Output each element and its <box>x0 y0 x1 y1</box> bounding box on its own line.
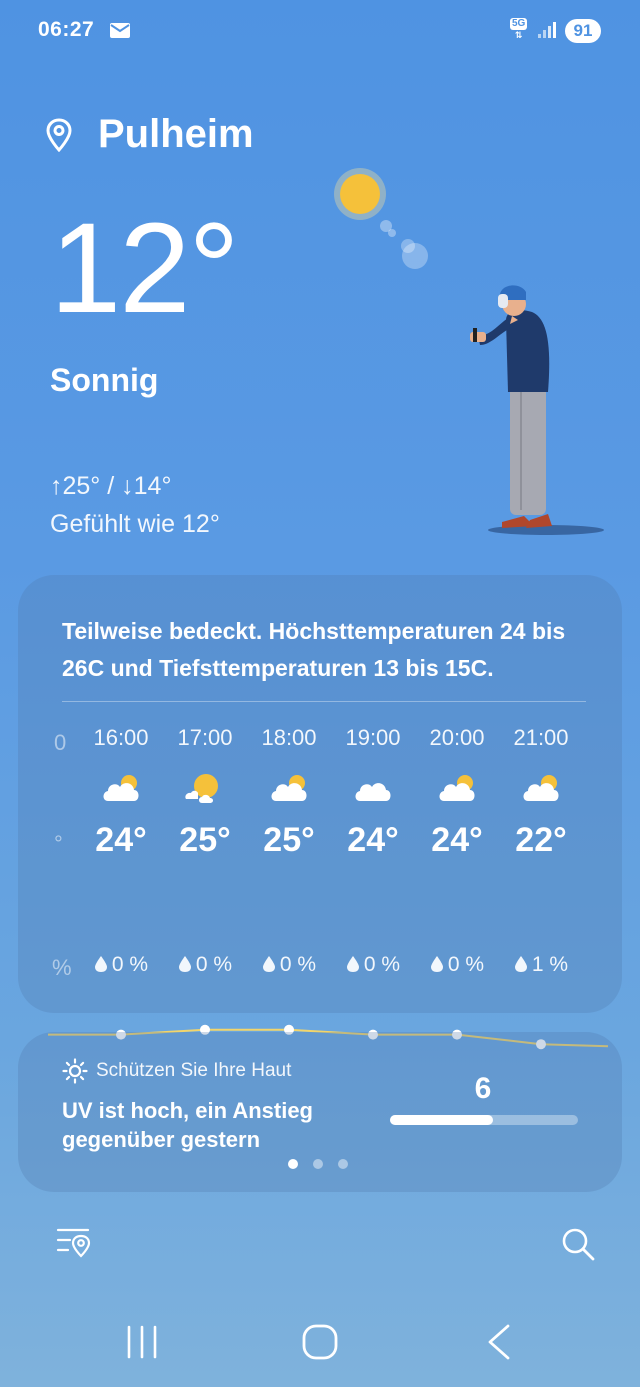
hour-time: 19:00 <box>345 725 401 750</box>
status-time: 06:27 <box>38 18 95 41</box>
forecast-card[interactable]: Teilweise bedeckt. Höchsttemperaturen 24… <box>18 575 622 1050</box>
precipitation-value: 0 % <box>363 953 401 976</box>
uv-index-bar <box>390 1115 578 1125</box>
weather-illustration <box>334 168 604 535</box>
hour-precipitation: 1 % <box>499 953 583 977</box>
hour-time: 18:00 <box>261 725 317 750</box>
uv-description: UV ist hoch, ein Anstieg gegenüber geste… <box>62 1098 313 1152</box>
hour-temperature: 22° <box>515 821 567 859</box>
precipitation-value: 0 % <box>111 953 149 976</box>
hour-column: 21:00 22° <box>499 725 583 860</box>
hour-precipitation: 0 % <box>247 953 331 977</box>
sun-icon <box>62 1058 88 1084</box>
page-dot[interactable] <box>288 1159 298 1169</box>
partly-cloudy-icon <box>523 775 559 801</box>
hour-time: 16:00 <box>93 725 149 750</box>
raindrop-icon <box>262 956 275 972</box>
mail-icon <box>110 23 130 38</box>
hourly-forecast[interactable]: 0 ° % 16:00 24° 0 % 17:00 25° 0 % 18:00 25° 0 % 1… <box>18 725 622 1050</box>
hour-column: 18:00 25° <box>247 725 331 860</box>
hour-column: 19:00 24° <box>331 725 415 860</box>
recent-apps-icon[interactable] <box>124 1325 160 1359</box>
battery-indicator: 91 <box>565 19 601 43</box>
clipped-rain-fragment: % <box>52 955 72 980</box>
network-5g-indicator: 5G ⇅ <box>510 18 528 40</box>
search-icon[interactable] <box>560 1226 596 1262</box>
hour-precipitation: 0 % <box>79 953 163 977</box>
uv-index-value: 6 <box>474 1072 492 1105</box>
high-low-temperature: ↑25° / ↓14° <box>50 472 172 500</box>
current-temperature: 12° <box>50 197 240 340</box>
hour-temperature: 25° <box>179 821 231 859</box>
feels-like-temperature: Gefühlt wie 12° <box>50 510 220 538</box>
hour-temperature: 24° <box>347 821 399 859</box>
forecast-summary: Teilweise bedeckt. Höchsttemperaturen 24… <box>62 618 566 681</box>
manage-locations-icon[interactable] <box>56 1226 92 1260</box>
location-header[interactable]: Pulheim <box>46 112 254 157</box>
hour-precipitation: 0 % <box>415 953 499 977</box>
sunny-cloud-icon <box>185 774 218 803</box>
clipped-temp-fragment: ° <box>54 831 63 856</box>
hour-temperature: 25° <box>263 821 315 859</box>
person-illustration <box>470 285 604 535</box>
city-name: Pulheim <box>98 112 254 156</box>
current-condition: Sonnig <box>50 362 159 398</box>
precipitation-value: 0 % <box>447 953 485 976</box>
precipitation-value: 0 % <box>279 953 317 976</box>
raindrop-icon <box>178 956 191 972</box>
sun-illustration <box>334 168 428 269</box>
raindrop-icon <box>346 956 359 972</box>
clipped-time-fragment: 0 <box>54 730 67 755</box>
precipitation-value: 1 % <box>531 953 569 976</box>
uv-heading: Schützen Sie Ihre Haut <box>62 1058 291 1084</box>
hour-time: 20:00 <box>429 725 485 750</box>
hour-temperature: 24° <box>95 821 147 859</box>
hour-column: 17:00 25° <box>163 725 247 860</box>
hour-time: 21:00 <box>513 725 569 750</box>
uv-card[interactable]: Schützen Sie Ihre Haut UV ist hoch, ein … <box>18 1032 622 1192</box>
uv-index-bar-fill <box>390 1115 494 1125</box>
hour-precipitation: 0 % <box>163 953 247 977</box>
status-bar: 06:27 5G ⇅ 91 <box>0 0 640 64</box>
hour-temperature: 24° <box>431 821 483 859</box>
partly-cloudy-icon <box>439 775 475 801</box>
signal-icon <box>538 22 556 38</box>
partly-cloudy-icon <box>271 775 307 801</box>
card-divider <box>62 701 586 702</box>
raindrop-icon <box>514 956 527 972</box>
hour-precipitation: 0 % <box>331 953 415 977</box>
uv-heading-label: Schützen Sie Ihre Haut <box>96 1060 292 1081</box>
back-icon[interactable] <box>484 1324 514 1360</box>
partly-cloudy-icon <box>103 775 139 801</box>
location-pin-icon <box>46 117 72 152</box>
raindrop-icon <box>94 956 107 972</box>
home-icon[interactable] <box>302 1324 338 1360</box>
page-dot[interactable] <box>338 1159 348 1169</box>
page-dot[interactable] <box>313 1159 323 1169</box>
hour-column: 16:00 24° <box>79 725 163 860</box>
precipitation-value: 0 % <box>195 953 233 976</box>
hour-time: 17:00 <box>177 725 233 750</box>
raindrop-icon <box>430 956 443 972</box>
hour-column: 20:00 24° <box>415 725 499 860</box>
cloudy-icon <box>355 783 391 801</box>
page-indicator[interactable] <box>288 1159 348 1169</box>
system-navigation-bar <box>0 1300 640 1387</box>
